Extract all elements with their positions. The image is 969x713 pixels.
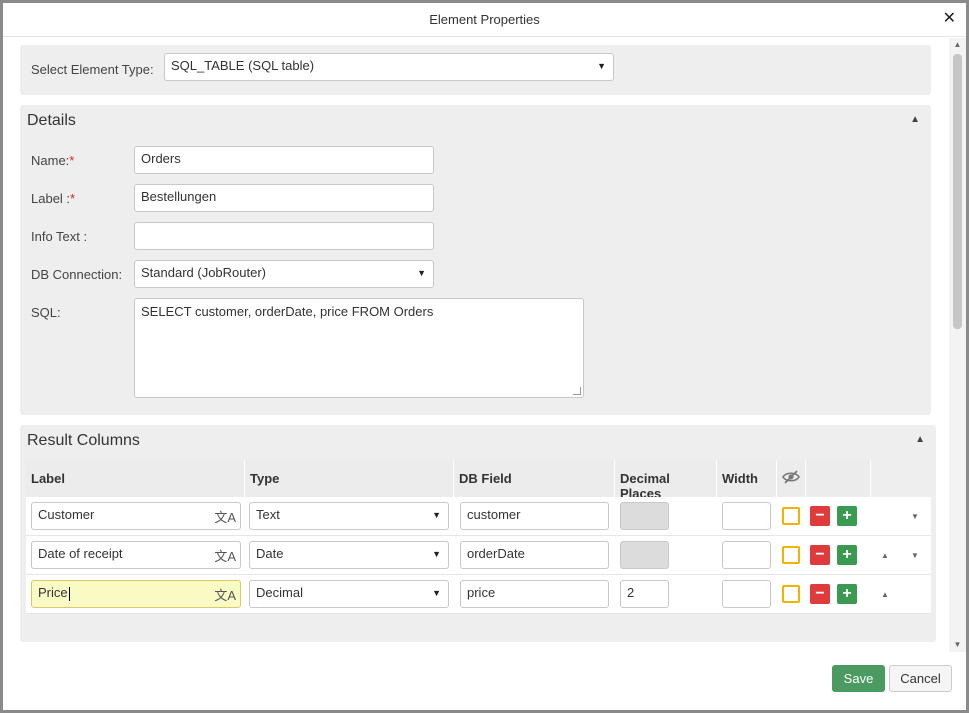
row-width-input[interactable]: [722, 502, 771, 530]
info-text-input[interactable]: [134, 222, 434, 250]
dialog-footer: Save Cancel: [3, 653, 966, 710]
chevron-down-icon: ▼: [417, 268, 426, 278]
result-columns-title: Result Columns: [27, 432, 140, 449]
col-header-db-field: DB Field: [454, 460, 615, 497]
chevron-down-icon: ▼: [432, 588, 441, 598]
row-type-select[interactable]: Text ▼: [249, 502, 449, 530]
col-header-actions: [806, 460, 871, 497]
row-db-field-input[interactable]: customer: [460, 502, 609, 530]
label-label: Label :*: [31, 191, 76, 206]
details-panel: Details ▲ Name:* Orders Label :* Bestell…: [20, 105, 931, 415]
dialog-body: Select Element Type: SQL_TABLE (SQL tabl…: [3, 38, 966, 652]
table-row: Customer 文A Text ▼ customer − + ▼: [26, 497, 931, 536]
cancel-button[interactable]: Cancel: [889, 665, 952, 692]
element-type-panel: Select Element Type: SQL_TABLE (SQL tabl…: [20, 45, 931, 95]
remove-row-button[interactable]: −: [810, 506, 830, 526]
db-connection-value: Standard (JobRouter): [141, 265, 267, 280]
element-type-label: Select Element Type:: [31, 62, 154, 77]
element-properties-dialog: Element Properties ✕ Select Element Type…: [3, 3, 966, 710]
save-button[interactable]: Save: [832, 665, 885, 692]
db-connection-select[interactable]: Standard (JobRouter) ▼: [134, 260, 434, 288]
row-hidden-checkbox[interactable]: [782, 585, 800, 603]
chevron-down-icon: ▼: [597, 61, 606, 71]
db-connection-label: DB Connection:: [31, 267, 123, 282]
row-decimal-input: [620, 502, 669, 530]
row-label-input[interactable]: Price 文A: [31, 580, 241, 608]
scroll-up-icon[interactable]: ▲: [949, 38, 966, 52]
chevron-up-icon[interactable]: ▲: [915, 434, 925, 445]
row-type-select[interactable]: Decimal ▼: [249, 580, 449, 608]
label-input[interactable]: Bestellungen: [134, 184, 434, 212]
move-up-icon[interactable]: ▲: [881, 590, 889, 599]
row-type-select[interactable]: Date ▼: [249, 541, 449, 569]
name-label: Name:*: [31, 153, 75, 168]
remove-row-button[interactable]: −: [810, 545, 830, 565]
table-row: Price 文A Decimal ▼ price 2 − + ▲: [26, 575, 931, 614]
add-row-button[interactable]: +: [837, 545, 857, 565]
col-header-width: Width: [717, 460, 777, 497]
add-row-button[interactable]: +: [837, 506, 857, 526]
resize-grip-icon[interactable]: [573, 387, 581, 395]
row-label-input[interactable]: Date of receipt 文A: [31, 541, 241, 569]
add-row-button[interactable]: +: [837, 584, 857, 604]
sql-label: SQL:: [31, 305, 61, 320]
col-header-label: Label: [26, 460, 245, 497]
details-title: Details: [27, 112, 76, 129]
chevron-up-icon[interactable]: ▲: [910, 114, 920, 125]
row-db-field-input[interactable]: orderDate: [460, 541, 609, 569]
row-width-input[interactable]: [722, 541, 771, 569]
chevron-down-icon: ▼: [432, 510, 441, 520]
row-hidden-checkbox[interactable]: [782, 507, 800, 525]
row-width-input[interactable]: [722, 580, 771, 608]
name-input[interactable]: Orders: [134, 146, 434, 174]
text-cursor: [68, 586, 70, 601]
row-decimal-input: [620, 541, 669, 569]
col-header-decimal-places: Decimal Places: [615, 460, 717, 501]
scroll-down-icon[interactable]: ▼: [949, 638, 966, 652]
move-up-icon[interactable]: ▲: [881, 551, 889, 560]
row-decimal-input[interactable]: 2: [620, 580, 669, 608]
translate-icon[interactable]: 文A: [214, 584, 236, 607]
close-icon[interactable]: ✕: [943, 11, 956, 27]
dialog-title: Element Properties: [429, 12, 540, 27]
remove-row-button[interactable]: −: [810, 584, 830, 604]
col-header-type: Type: [245, 460, 454, 497]
sql-textarea[interactable]: SELECT customer, orderDate, price FROM O…: [134, 298, 584, 398]
element-type-value: SQL_TABLE (SQL table): [171, 58, 315, 73]
row-label-input[interactable]: Customer 文A: [31, 502, 241, 530]
dialog-titlebar: Element Properties ✕: [3, 3, 966, 37]
info-text-label: Info Text :: [31, 229, 88, 244]
row-hidden-checkbox[interactable]: [782, 546, 800, 564]
move-down-icon[interactable]: ▼: [911, 551, 919, 560]
eye-off-icon: [777, 460, 806, 497]
translate-icon[interactable]: 文A: [214, 545, 236, 568]
row-db-field-input[interactable]: price: [460, 580, 609, 608]
scrollbar-thumb[interactable]: [953, 54, 962, 329]
move-down-icon[interactable]: ▼: [911, 512, 919, 521]
element-type-select[interactable]: SQL_TABLE (SQL table) ▼: [164, 53, 614, 81]
vertical-scrollbar[interactable]: ▲ ▼: [949, 38, 966, 652]
table-row: Date of receipt 文A Date ▼ orderDate − + ▲ …: [26, 536, 931, 575]
translate-icon[interactable]: 文A: [214, 506, 236, 529]
chevron-down-icon: ▼: [432, 549, 441, 559]
